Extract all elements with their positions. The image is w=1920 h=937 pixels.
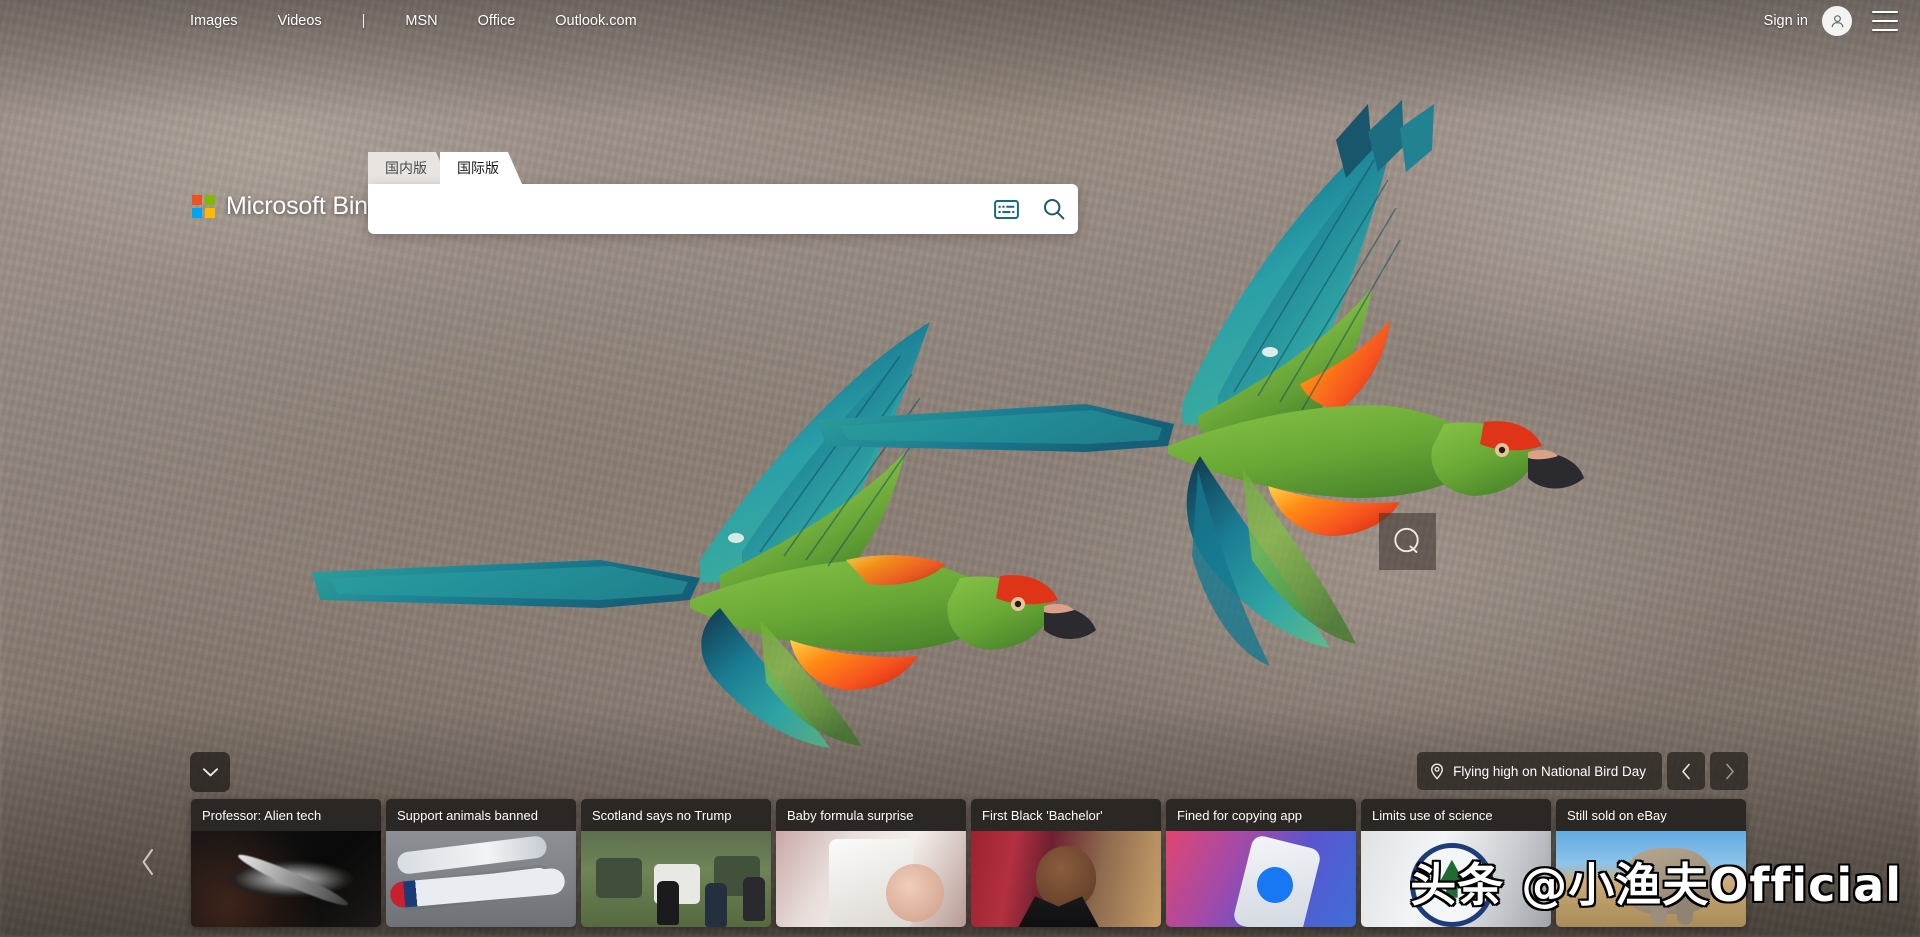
image-info-bar: Flying high on National Bird Day xyxy=(1417,752,1748,790)
tab-international-label: 国际版 xyxy=(457,160,499,176)
nav-item-msn[interactable]: MSN xyxy=(405,13,437,29)
chevron-left-icon xyxy=(142,849,153,875)
search-input[interactable] xyxy=(368,184,982,234)
news-card[interactable]: Professor: Alien tech xyxy=(191,799,381,927)
news-card[interactable]: Fined for copying app xyxy=(1166,799,1356,927)
news-card[interactable]: Scotland says no Trump xyxy=(581,799,771,927)
hamburger-menu-icon[interactable] xyxy=(1872,11,1898,31)
image-prev-button[interactable] xyxy=(1667,752,1705,790)
brand-logo[interactable]: Microsoft Bing xyxy=(192,192,382,221)
news-card-thumbnail xyxy=(191,831,381,927)
tab-domestic[interactable]: 国内版 xyxy=(368,152,450,184)
expand-feed-button[interactable] xyxy=(190,752,230,792)
news-card[interactable]: Baby formula surprise xyxy=(776,799,966,927)
bing-homepage: Images Videos | MSN Office Outlook.com S… xyxy=(0,0,1920,937)
news-card-title: Still sold on eBay xyxy=(1556,799,1746,831)
tab-international[interactable]: 国际版 xyxy=(440,152,522,184)
nav-item-videos[interactable]: Videos xyxy=(278,13,322,29)
image-next-button[interactable] xyxy=(1710,752,1748,790)
search-bar xyxy=(368,184,1078,234)
image-caption-pill[interactable]: Flying high on National Bird Day xyxy=(1417,752,1662,790)
news-card[interactable]: First Black 'Bachelor' xyxy=(971,799,1161,927)
news-card-thumbnail xyxy=(776,831,966,927)
carousel-prev-button[interactable] xyxy=(130,837,166,887)
news-card-title: Scotland says no Trump xyxy=(581,799,771,831)
person-icon xyxy=(1831,14,1843,27)
search-tabs: 国内版 国际版 xyxy=(368,152,1078,184)
visual-search-button[interactable] xyxy=(1379,513,1436,570)
news-card-title: Support animals banned xyxy=(386,799,576,831)
search-icon[interactable] xyxy=(1030,184,1078,234)
avatar[interactable] xyxy=(1822,6,1852,36)
chevron-down-icon xyxy=(202,767,218,776)
chevron-left-icon xyxy=(1681,763,1690,779)
chevron-right-icon xyxy=(1725,763,1734,779)
nav-item-images[interactable]: Images xyxy=(190,13,238,29)
tab-domestic-label: 国内版 xyxy=(385,160,427,176)
news-card-thumbnail xyxy=(971,831,1161,927)
image-caption-text: Flying high on National Bird Day xyxy=(1453,763,1646,779)
nav-item-office[interactable]: Office xyxy=(478,13,516,29)
news-card-title: Fined for copying app xyxy=(1166,799,1356,831)
location-pin-icon xyxy=(1431,762,1444,780)
news-card-thumbnail xyxy=(581,831,771,927)
microsoft-logo-icon xyxy=(192,195,215,218)
nav-separator: | xyxy=(361,13,366,29)
news-card[interactable]: Support animals banned xyxy=(386,799,576,927)
news-card-thumbnail xyxy=(1166,831,1356,927)
news-card-title: Baby formula surprise xyxy=(776,799,966,831)
sign-in-link[interactable]: Sign in xyxy=(1764,13,1808,29)
visual-search-q-icon xyxy=(1393,527,1419,553)
news-card-title: Limits use of science xyxy=(1361,799,1551,831)
news-card-title: First Black 'Bachelor' xyxy=(971,799,1161,831)
keyboard-icon[interactable] xyxy=(982,184,1030,234)
brand-name: Microsoft Bing xyxy=(226,192,382,220)
nav-item-outlook[interactable]: Outlook.com xyxy=(555,13,636,29)
news-card-title: Professor: Alien tech xyxy=(191,799,381,831)
watermark: 头条 @小渔夫Official xyxy=(1410,858,1902,912)
top-navigation-right: Sign in xyxy=(1764,6,1898,36)
search-module: 国内版 国际版 xyxy=(368,152,1078,234)
top-navigation: Images Videos | MSN Office Outlook.com S… xyxy=(0,0,1920,42)
news-card-thumbnail xyxy=(386,831,576,927)
